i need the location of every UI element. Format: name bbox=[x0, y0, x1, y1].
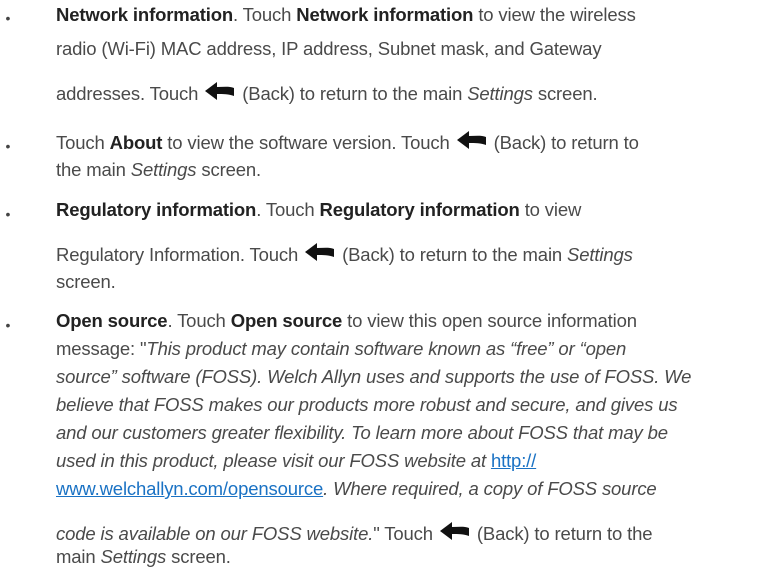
back-arrow-icon bbox=[439, 522, 470, 542]
text-line: Touch About to view the software version… bbox=[56, 131, 639, 153]
text-line: Regulatory information. Touch Regulatory… bbox=[56, 199, 582, 220]
foss-website-link[interactable]: http:// bbox=[491, 450, 536, 471]
italic-text: source” software (FOSS). Welch Allyn use… bbox=[56, 366, 692, 387]
back-arrow-icon bbox=[456, 131, 487, 151]
text-line: main Settings screen. bbox=[56, 546, 231, 567]
foss-website-link[interactable]: www.welchallyn.com/opensource bbox=[56, 478, 323, 499]
italic-text: and our customers greater flexibility. T… bbox=[56, 422, 668, 443]
italic-text: This product may contain software known … bbox=[146, 338, 627, 359]
bold-term: About bbox=[109, 132, 163, 153]
text-line: www.welchallyn.com/opensource. Where req… bbox=[56, 478, 657, 500]
text-line: and our customers greater flexibility. T… bbox=[56, 422, 668, 444]
bold-term: Regulatory information bbox=[319, 199, 520, 220]
bold-term: Network information bbox=[296, 4, 474, 25]
italic-text: believe that FOSS makes our products mor… bbox=[56, 394, 678, 415]
bold-term: Network information bbox=[56, 4, 234, 25]
list-bullet: • bbox=[5, 138, 11, 154]
italic-text: Settings bbox=[130, 159, 197, 180]
text-line: source” software (FOSS). Welch Allyn use… bbox=[56, 366, 691, 388]
text-line: code is available on our FOSS website." … bbox=[56, 522, 653, 544]
text-line: radio (Wi-Fi) MAC address, IP address, S… bbox=[56, 38, 602, 59]
text-line: used in this product, please visit our F… bbox=[56, 450, 536, 472]
italic-text: used in this product, please visit our F… bbox=[56, 450, 491, 471]
list-bullet: • bbox=[5, 206, 11, 222]
text-line: addresses. Touch (Back) to return to the… bbox=[56, 82, 598, 104]
italic-text: Settings bbox=[567, 244, 633, 265]
text-line: message: "This product may contain softw… bbox=[56, 338, 627, 359]
list-bullet: • bbox=[5, 10, 11, 26]
bold-term: Regulatory information bbox=[56, 199, 257, 220]
text-line: Regulatory Information. Touch (Back) to … bbox=[56, 243, 633, 265]
text-line: believe that FOSS makes our products mor… bbox=[56, 394, 678, 416]
italic-text: . Where required, a copy of FOSS source bbox=[323, 478, 657, 499]
back-arrow-icon bbox=[205, 82, 235, 102]
text-line: the main Settings screen. bbox=[56, 159, 262, 180]
italic-text: Settings bbox=[100, 546, 167, 567]
italic-text: code is available on our FOSS website. bbox=[56, 523, 374, 544]
bold-term: Open source bbox=[56, 310, 168, 331]
text-line: Network information. Touch Network infor… bbox=[56, 4, 636, 25]
list-bullet: • bbox=[5, 317, 11, 333]
bold-term: Open source bbox=[230, 310, 343, 331]
back-arrow-icon bbox=[305, 243, 335, 263]
italic-text: Settings bbox=[467, 83, 533, 104]
text-line: Open source. Touch Open source to view t… bbox=[56, 310, 637, 331]
text-line: screen. bbox=[56, 271, 116, 292]
